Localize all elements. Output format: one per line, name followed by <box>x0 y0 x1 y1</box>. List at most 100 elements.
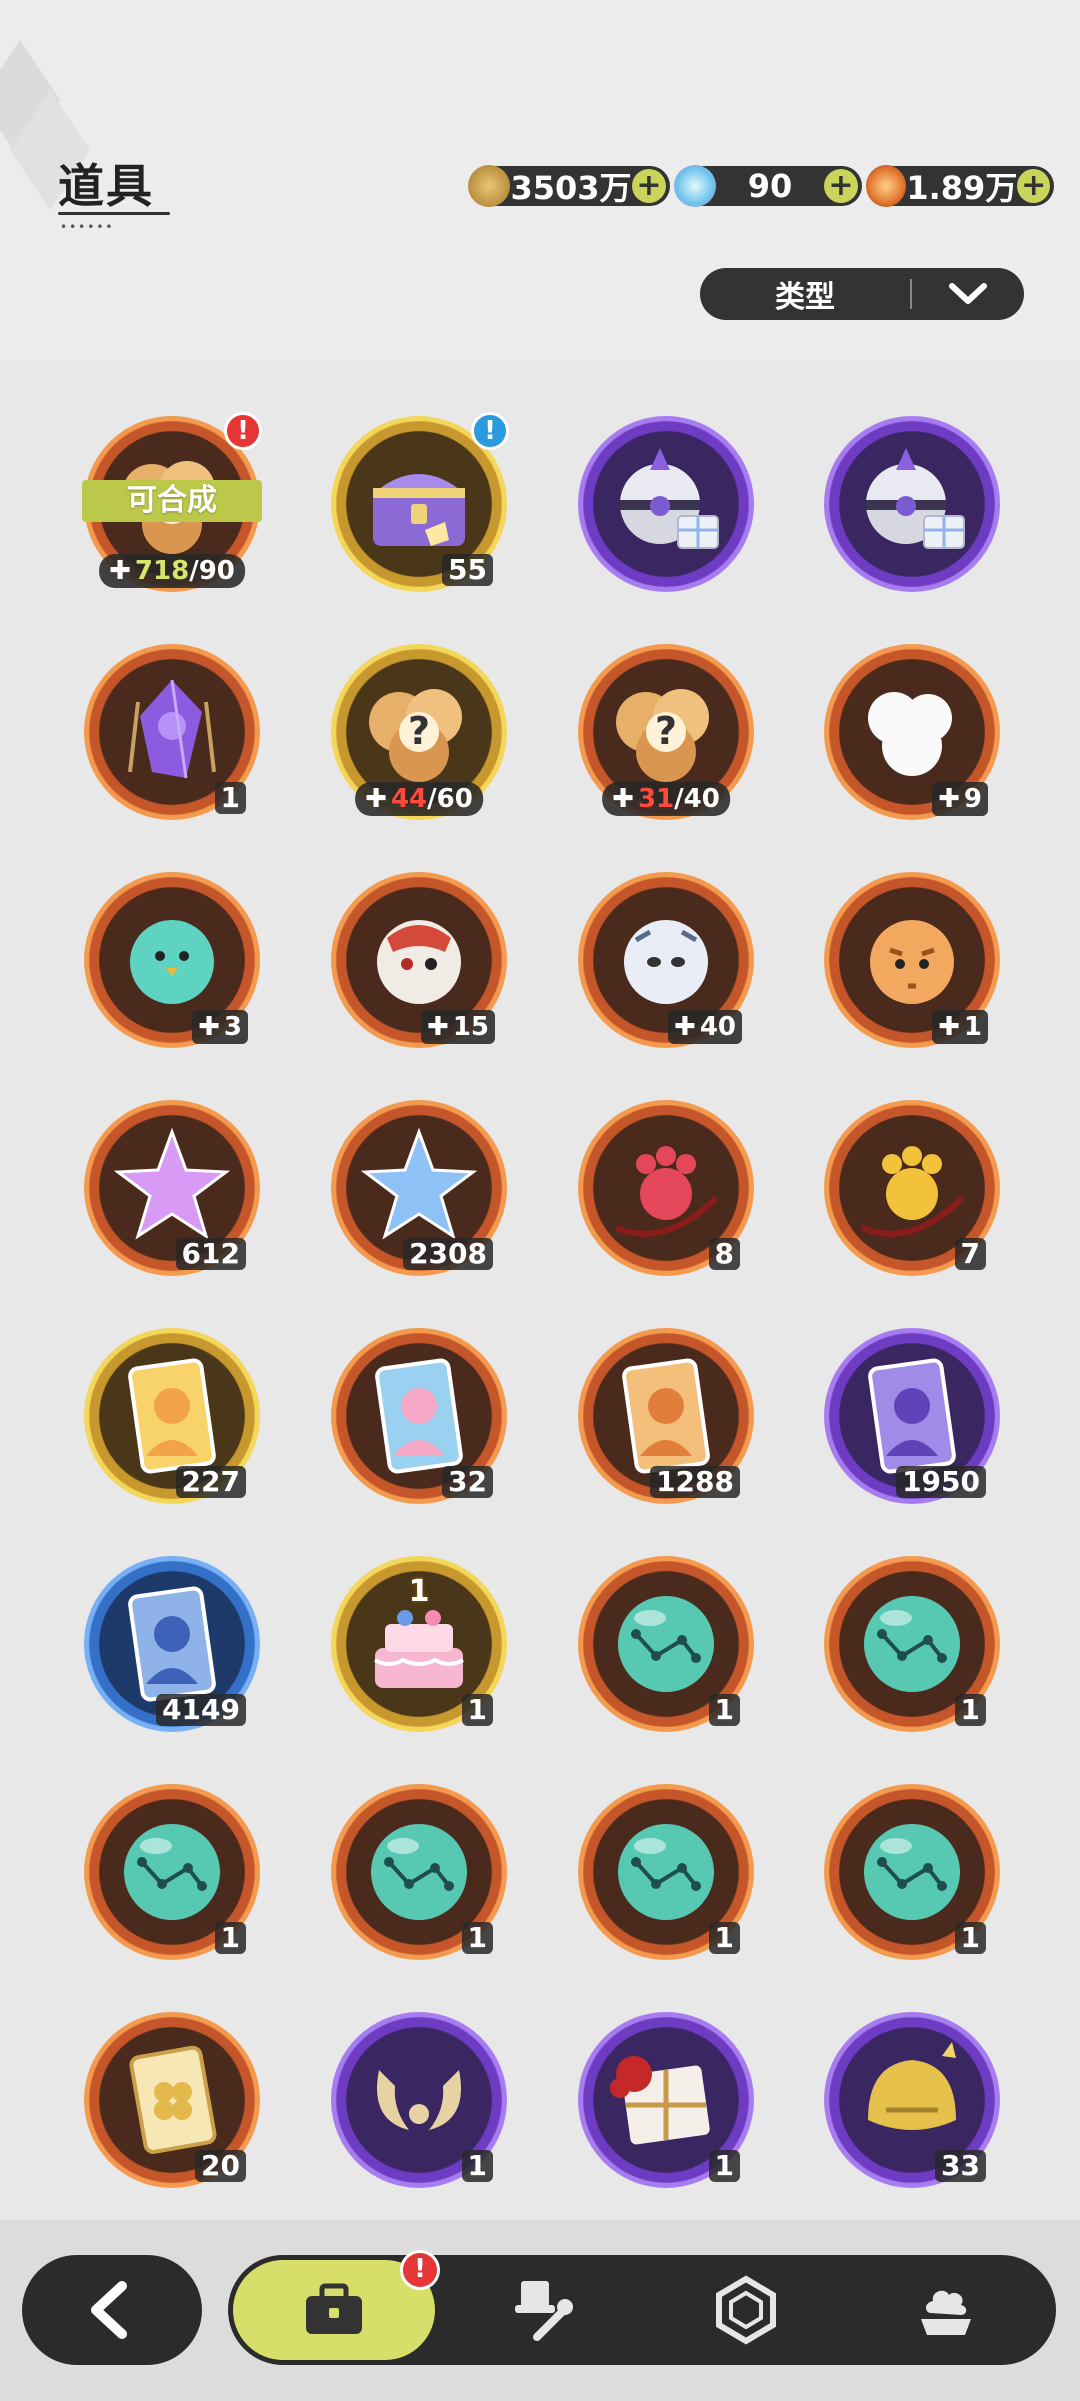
inventory-item[interactable]: 7 <box>824 1100 1000 1276</box>
item-count: 33 <box>935 2150 986 2182</box>
inventory-item[interactable]: 1 <box>331 2012 507 2188</box>
mystery-fragment-icon: ? <box>369 689 462 782</box>
gold-coin-currency[interactable]: 3503万 + <box>468 165 670 207</box>
inventory-item[interactable]: 1 <box>578 1556 754 1732</box>
add-star-gem-button[interactable]: + <box>1017 169 1050 203</box>
puzzle-piece-icon: ✚ <box>938 784 960 814</box>
fragment-count-value: 15 <box>452 1012 489 1042</box>
craftable-label: 可合成 <box>82 480 262 522</box>
inventory-item[interactable]: 1 <box>331 1784 507 1960</box>
dessert-icon <box>921 2290 971 2335</box>
fragment-progress: ✚ 718/90 <box>99 554 245 588</box>
star-gem-currency[interactable]: 1.89万 + <box>866 165 1054 207</box>
white-tiger-fragment-icon <box>624 920 708 1004</box>
inventory-item[interactable]: 33 <box>824 2012 1000 2188</box>
star-gem-icon <box>866 165 907 207</box>
item-grid: ?可合成!✚718/90!551?✚44/60?✚31/40✚9✚3✚15✚40… <box>0 360 1080 2220</box>
alert-badge: ! <box>224 412 262 450</box>
item-count: 4149 <box>156 1694 246 1726</box>
crystal-currency[interactable]: 90 + <box>674 165 862 207</box>
header: 道具 •••••• 3503万 + 90 + 1.89万 + 类型 <box>0 0 1080 360</box>
item-ring <box>578 416 754 592</box>
add-gold-button[interactable]: + <box>632 169 666 203</box>
fragment-count: ✚ 40 <box>668 1010 742 1044</box>
type-filter-dropdown[interactable]: 类型 <box>700 268 1024 320</box>
inventory-item[interactable]: 1 <box>84 1784 260 1960</box>
crystal-icon <box>674 165 716 207</box>
tab-crafting[interactable] <box>462 2255 622 2365</box>
inventory-item[interactable]: 4149 <box>84 1556 260 1732</box>
item-count: 8 <box>708 1238 740 1270</box>
item-count: 1 <box>461 1694 493 1726</box>
inventory-item[interactable] <box>824 416 1000 592</box>
inventory-item[interactable]: 8 <box>578 1100 754 1276</box>
fragment-progress: ✚ 31/40 <box>602 782 730 816</box>
inventory-item[interactable]: 1 <box>578 1784 754 1960</box>
inventory-item[interactable]: ✚ 40 <box>578 872 754 1048</box>
item-count: 1 <box>214 782 246 814</box>
inventory-item[interactable]: 32 <box>331 1328 507 1504</box>
capsule-gift-icon <box>866 448 965 549</box>
white-fragment-icon <box>868 692 952 776</box>
inventory-item[interactable]: 1 <box>578 2012 754 2188</box>
hat-tool-icon <box>515 2281 573 2341</box>
crystal-value: 90 <box>747 167 793 205</box>
item-count: 1 <box>461 2150 493 2182</box>
puzzle-piece-icon: ✚ <box>427 1012 449 1042</box>
item-count: 7 <box>954 1238 986 1270</box>
item-count: 1288 <box>650 1466 740 1498</box>
star-gem-value: 1.89万 <box>906 169 1018 207</box>
item-ring <box>824 416 1000 592</box>
inventory-item[interactable]: 2308 <box>331 1100 507 1276</box>
fragment-current: 31 <box>637 784 675 814</box>
inventory-item[interactable]: 1 <box>824 1784 1000 1960</box>
add-crystal-button[interactable]: + <box>824 169 858 203</box>
back-button[interactable] <box>22 2255 202 2365</box>
inventory-item[interactable]: 1 <box>84 644 260 820</box>
inventory-item[interactable]: ! 55 <box>331 412 509 592</box>
inventory-item[interactable]: ✚ 9 <box>824 644 1000 820</box>
inventory-item[interactable]: 1288 <box>578 1328 754 1504</box>
fragment-current: 44 <box>390 784 428 814</box>
fragment-total: /90 <box>189 556 235 586</box>
fragment-count-value: 9 <box>963 784 982 814</box>
item-count: 2308 <box>403 1238 493 1270</box>
puzzle-piece-icon: ✚ <box>938 1012 960 1042</box>
red-mask-fragment-icon <box>377 920 461 1004</box>
item-count: 55 <box>442 554 493 586</box>
inventory-item[interactable]: ? ✚ 44/60 <box>331 644 507 820</box>
tab-desserts[interactable] <box>866 2255 1026 2365</box>
item-count: 227 <box>175 1466 246 1498</box>
item-count: 1 <box>708 2150 740 2182</box>
inventory-item[interactable]: 1 <box>824 1556 1000 1732</box>
fragment-count-value: 40 <box>699 1012 736 1042</box>
item-count: 1 <box>708 1694 740 1726</box>
inventory-item[interactable]: ?可合成!✚718/90 <box>82 412 262 592</box>
item-count: 1 <box>461 1922 493 1954</box>
mystery-fragment-icon: ? <box>616 689 709 782</box>
fragment-progress: ✚ 44/60 <box>355 782 483 816</box>
puzzle-piece-icon: ✚ <box>674 1012 696 1042</box>
fragment-count: ✚ 3 <box>192 1010 248 1044</box>
puzzle-piece-icon: ✚ <box>612 784 634 814</box>
puzzle-piece-icon: ✚ <box>109 556 131 586</box>
inventory-item[interactable]: 612 <box>84 1100 260 1276</box>
orange-tiger-fragment-icon <box>870 920 954 1004</box>
tab-gems[interactable] <box>666 2255 826 2365</box>
inventory-item[interactable]: 20 <box>84 2012 260 2188</box>
inventory-item[interactable]: ? ✚ 31/40 <box>578 644 754 820</box>
inventory-item[interactable] <box>578 416 754 592</box>
cake-candle-number: 1 <box>408 1574 430 1609</box>
capsule-gift-icon <box>620 448 719 549</box>
item-count: 1 <box>214 1922 246 1954</box>
inventory-item[interactable]: ✚ 3 <box>84 872 260 1048</box>
inventory-item[interactable]: 227 <box>84 1328 260 1504</box>
item-count: 612 <box>175 1238 246 1270</box>
inventory-item[interactable]: 11 <box>331 1556 507 1732</box>
hexagon-gem-icon <box>716 2275 776 2345</box>
svg-text:?: ? <box>408 709 430 753</box>
inventory-item[interactable]: 1950 <box>824 1328 1000 1504</box>
inventory-item[interactable]: ✚ 1 <box>824 872 1000 1048</box>
item-count: 20 <box>195 2150 246 2182</box>
inventory-item[interactable]: ✚ 15 <box>331 872 507 1048</box>
